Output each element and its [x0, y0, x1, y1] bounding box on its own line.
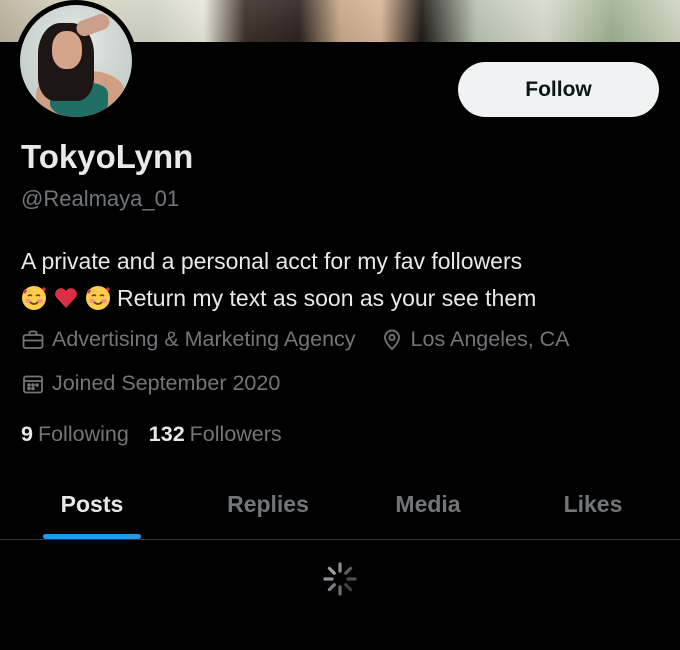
- tab-replies[interactable]: Replies: [198, 470, 338, 538]
- follow-button[interactable]: Follow: [458, 62, 659, 117]
- avatar[interactable]: [15, 0, 137, 122]
- joined-row: Joined September 2020: [21, 371, 280, 396]
- following-count: 9: [21, 422, 33, 446]
- bio-line-2: Return my text as soon as your see them: [117, 285, 537, 311]
- joined-item: Joined September 2020: [21, 371, 280, 396]
- location-item: Los Angeles, CA: [380, 327, 570, 352]
- tabs-divider: [0, 539, 680, 540]
- profile-meta-row: Advertising & Marketing Agency Los Angel…: [21, 327, 570, 352]
- category-item: Advertising & Marketing Agency: [21, 327, 356, 352]
- joined-text: Joined September 2020: [52, 371, 281, 395]
- bio-line-2-wrapper: Return my text as soon as your see them: [21, 280, 671, 317]
- followers-link[interactable]: 132 Followers: [149, 422, 282, 447]
- bio-line-1: A private and a personal acct for my fav…: [21, 248, 523, 274]
- following-link[interactable]: 9 Following: [21, 422, 129, 447]
- avatar-face: [52, 31, 82, 69]
- avatar-arm: [74, 11, 112, 39]
- profile-tabs: Posts Replies Media Likes: [0, 470, 680, 540]
- briefcase-icon: [22, 330, 44, 349]
- avatar-photo: [20, 5, 132, 117]
- display-name: TokyoLynn: [21, 138, 194, 175]
- location-pin-icon: [383, 329, 400, 350]
- following-label: Following: [37, 422, 129, 446]
- follow-stats: 9 Following 132 Followers: [21, 422, 302, 447]
- tab-posts[interactable]: Posts: [22, 470, 162, 538]
- profile-bio: A private and a personal acct for my fav…: [21, 243, 671, 317]
- loading-spinner-icon: [323, 562, 357, 596]
- location-text: Los Angeles, CA: [410, 327, 570, 351]
- smiling-face-with-hearts-icon: [86, 286, 110, 310]
- smiling-face-with-hearts-icon: [22, 286, 46, 310]
- followers-label: Followers: [189, 422, 282, 446]
- user-handle: @Realmaya_01: [21, 186, 180, 211]
- followers-count: 132: [148, 422, 185, 446]
- category-text: Advertising & Marketing Agency: [52, 327, 356, 351]
- profile-page: Follow TokyoLynn @Realmaya_01 A private …: [0, 0, 680, 650]
- calendar-icon: [23, 375, 43, 393]
- red-heart-icon: [55, 288, 77, 308]
- tab-likes[interactable]: Likes: [523, 470, 663, 538]
- tab-media[interactable]: Media: [358, 470, 498, 538]
